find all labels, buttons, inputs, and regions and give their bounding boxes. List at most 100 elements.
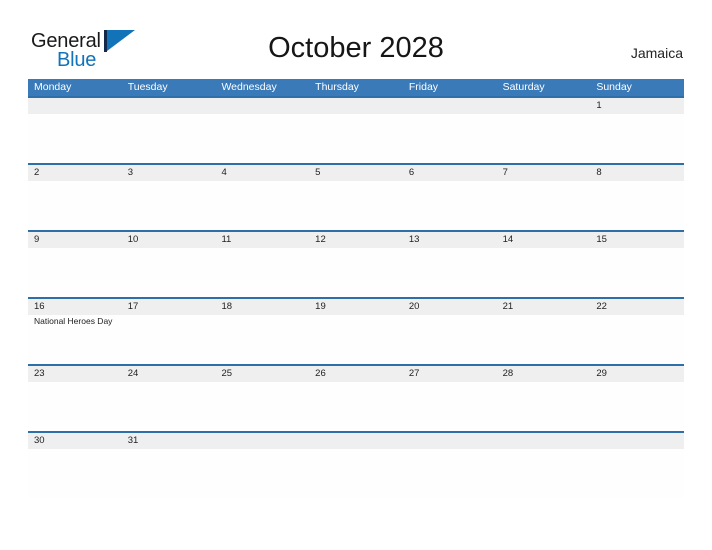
day-number[interactable]: 2 [28, 165, 122, 181]
day-event [590, 248, 684, 297]
day-number[interactable]: 23 [28, 366, 122, 382]
week-date-band: 16 17 18 19 20 21 22 [28, 299, 684, 315]
week-event-band [28, 114, 684, 163]
day-number[interactable]: 18 [215, 299, 309, 315]
day-event [122, 382, 216, 431]
day-number[interactable] [309, 433, 403, 449]
day-number[interactable]: 12 [309, 232, 403, 248]
day-event [215, 449, 309, 498]
weekday-header-saturday: Saturday [502, 81, 545, 93]
day-number[interactable] [403, 98, 497, 114]
day-number[interactable] [215, 433, 309, 449]
week-event-band: National Heroes Day [28, 315, 684, 364]
day-number[interactable]: 28 [497, 366, 591, 382]
day-event [403, 315, 497, 364]
day-number[interactable]: 7 [497, 165, 591, 181]
day-number[interactable]: 13 [403, 232, 497, 248]
page-title: October 2028 [268, 32, 444, 64]
calendar-grid: Monday Tuesday Wednesday Thursday Friday… [28, 79, 684, 498]
day-event [590, 181, 684, 230]
day-number[interactable]: 20 [403, 299, 497, 315]
country-label: Jamaica [630, 45, 683, 61]
calendar-week-row: 2 3 4 5 6 7 8 [28, 163, 684, 230]
day-event [28, 449, 122, 498]
day-number[interactable]: 6 [403, 165, 497, 181]
day-event [497, 315, 591, 364]
day-event [309, 449, 403, 498]
calendar-week-row: 30 31 [28, 431, 684, 498]
day-number[interactable]: 27 [403, 366, 497, 382]
day-event [309, 315, 403, 364]
weekday-header-wednesday: Wednesday [221, 81, 277, 93]
day-event [28, 248, 122, 297]
page-header: General Blue October 2028 Jamaica [0, 0, 712, 78]
weekday-header-row: Monday Tuesday Wednesday Thursday Friday… [28, 79, 684, 96]
day-event [403, 181, 497, 230]
week-date-band: 1 [28, 98, 684, 114]
day-number[interactable]: 14 [497, 232, 591, 248]
day-number[interactable] [122, 98, 216, 114]
day-event [215, 114, 309, 163]
weekday-header-friday: Friday [408, 81, 439, 93]
day-event [590, 382, 684, 431]
day-event [28, 181, 122, 230]
day-number[interactable]: 1 [590, 98, 684, 114]
day-number[interactable]: 15 [590, 232, 684, 248]
day-event [497, 181, 591, 230]
day-number[interactable] [590, 433, 684, 449]
day-event [309, 248, 403, 297]
day-event [309, 114, 403, 163]
day-event [215, 382, 309, 431]
week-date-band: 30 31 [28, 433, 684, 449]
day-number[interactable]: 24 [122, 366, 216, 382]
day-event [403, 114, 497, 163]
day-number[interactable]: 11 [215, 232, 309, 248]
day-event [28, 382, 122, 431]
day-event [215, 181, 309, 230]
day-event-holiday: National Heroes Day [34, 316, 113, 326]
day-number[interactable] [497, 98, 591, 114]
day-number[interactable] [309, 98, 403, 114]
day-number[interactable]: 22 [590, 299, 684, 315]
day-number[interactable]: 29 [590, 366, 684, 382]
day-number[interactable]: 30 [28, 433, 122, 449]
weekday-header-sunday: Sunday [596, 81, 632, 93]
day-event [497, 449, 591, 498]
day-event [122, 315, 216, 364]
day-number[interactable]: 4 [215, 165, 309, 181]
week-date-band: 9 10 11 12 13 14 15 [28, 232, 684, 248]
day-number[interactable]: 3 [122, 165, 216, 181]
weekday-header-monday: Monday [34, 81, 72, 93]
day-number[interactable]: 17 [122, 299, 216, 315]
day-event [497, 248, 591, 297]
day-number[interactable] [215, 98, 309, 114]
day-number[interactable]: 31 [122, 433, 216, 449]
day-number[interactable]: 10 [122, 232, 216, 248]
day-event [215, 315, 309, 364]
day-number[interactable] [497, 433, 591, 449]
calendar-week-row: 23 24 25 26 27 28 29 [28, 364, 684, 431]
day-number[interactable]: 16 [28, 299, 122, 315]
week-event-band [28, 449, 684, 498]
week-date-band: 23 24 25 26 27 28 29 [28, 366, 684, 382]
day-number[interactable]: 19 [309, 299, 403, 315]
day-event [309, 382, 403, 431]
calendar-week-row: 9 10 11 12 13 14 15 [28, 230, 684, 297]
day-number[interactable]: 26 [309, 366, 403, 382]
day-event [122, 181, 216, 230]
day-number[interactable] [28, 98, 122, 114]
day-event [590, 449, 684, 498]
weekday-header-tuesday: Tuesday [127, 81, 168, 93]
day-number[interactable]: 9 [28, 232, 122, 248]
day-number[interactable]: 8 [590, 165, 684, 181]
day-event [403, 382, 497, 431]
weekday-header-thursday: Thursday [315, 81, 359, 93]
day-event [497, 114, 591, 163]
day-number[interactable] [403, 433, 497, 449]
day-event [403, 449, 497, 498]
day-number[interactable]: 5 [309, 165, 403, 181]
day-event [122, 449, 216, 498]
day-number[interactable]: 25 [215, 366, 309, 382]
day-event [590, 114, 684, 163]
day-number[interactable]: 21 [497, 299, 591, 315]
